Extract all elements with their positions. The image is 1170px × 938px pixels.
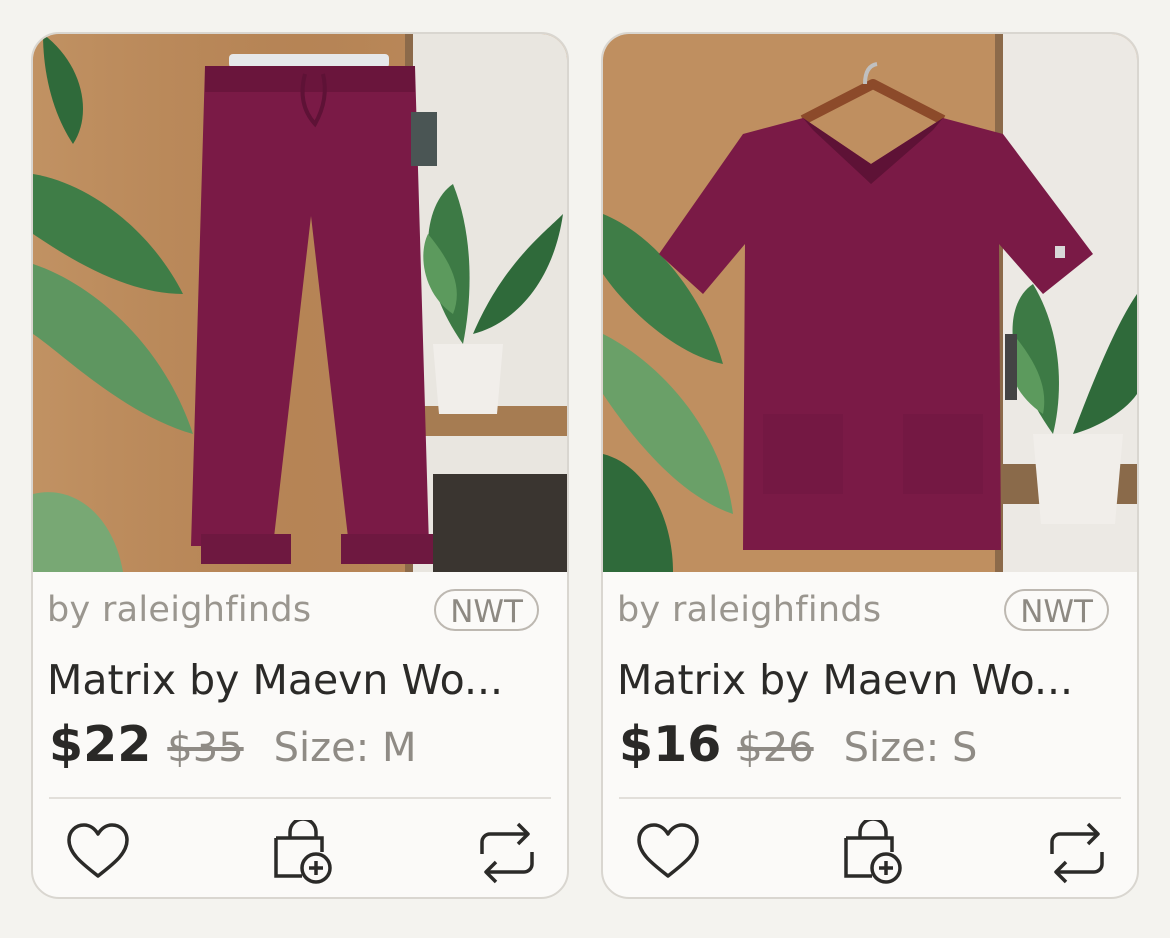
price-row: $22 $35 Size: M <box>49 716 417 773</box>
add-to-bundle-button[interactable] <box>840 817 906 886</box>
shopping-bag-add-icon <box>844 817 902 884</box>
pants-photo <box>33 34 567 572</box>
original-price: $35 <box>167 725 244 771</box>
divider <box>49 797 551 799</box>
listing-photo[interactable] <box>603 34 1137 572</box>
size-label: Size: M <box>273 725 417 771</box>
condition-badge: NWT <box>1004 589 1109 631</box>
original-price: $26 <box>737 725 814 771</box>
seller-name[interactable]: by raleighfinds <box>47 590 311 630</box>
current-price: $16 <box>619 716 722 773</box>
listing-card[interactable]: by raleighfinds NWT Matrix by Maevn Wo..… <box>601 32 1139 899</box>
condition-badge: NWT <box>434 589 539 631</box>
share-button[interactable] <box>474 820 540 886</box>
heart-icon <box>637 823 699 878</box>
listing-card[interactable]: by raleighfinds NWT Matrix by Maevn Wo..… <box>31 32 569 899</box>
listing-photo[interactable] <box>33 34 567 572</box>
heart-icon <box>67 823 129 878</box>
like-button[interactable] <box>65 820 131 886</box>
price-row: $16 $26 Size: S <box>619 716 978 773</box>
listing-title[interactable]: Matrix by Maevn Wo... <box>47 656 547 704</box>
current-price: $22 <box>49 716 152 773</box>
share-button[interactable] <box>1044 820 1110 886</box>
listing-title[interactable]: Matrix by Maevn Wo... <box>617 656 1117 704</box>
size-label: Size: S <box>843 725 978 771</box>
share-icon <box>480 822 534 884</box>
add-to-bundle-button[interactable] <box>270 817 336 886</box>
scrub-top-photo <box>603 34 1137 572</box>
like-button[interactable] <box>635 820 701 886</box>
shopping-bag-add-icon <box>274 817 332 884</box>
divider <box>619 797 1121 799</box>
seller-name[interactable]: by raleighfinds <box>617 590 881 630</box>
share-icon <box>1050 822 1104 884</box>
